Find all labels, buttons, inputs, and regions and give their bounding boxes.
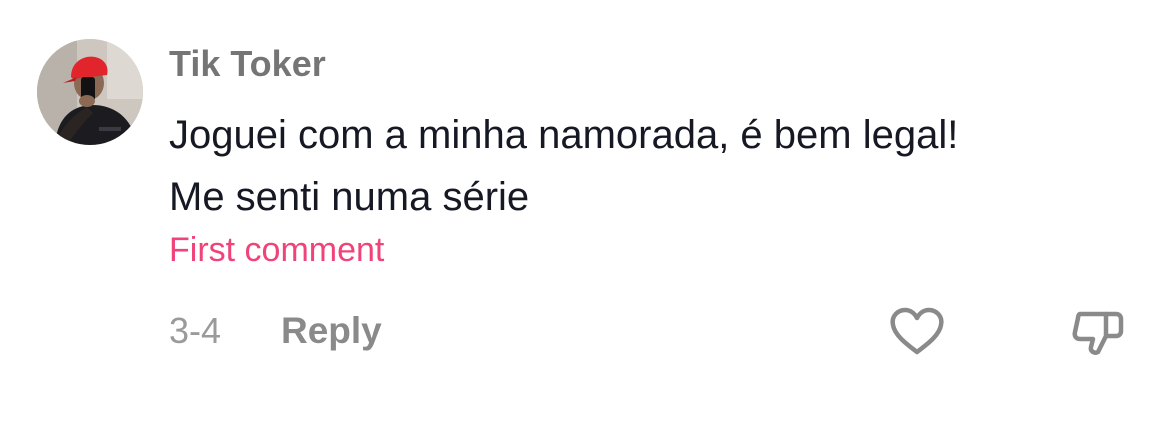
- heart-outline-icon: [890, 307, 944, 355]
- comment-item: Tik Toker Joguei com a minha namorada, é…: [0, 0, 1170, 422]
- like-button[interactable]: [889, 306, 945, 358]
- comment-date: 3-4: [169, 310, 222, 351]
- reply-button[interactable]: Reply: [281, 309, 382, 353]
- comment-author[interactable]: Tik Toker: [169, 42, 326, 86]
- comment-text-line: Joguei com a minha namorada, é bem legal…: [169, 113, 959, 157]
- avatar-image: [37, 39, 143, 145]
- dislike-button[interactable]: [1070, 306, 1126, 358]
- avatar[interactable]: [37, 39, 143, 145]
- comment-text-line: Me senti numa série: [169, 175, 530, 219]
- thumbs-down-outline-icon: [1072, 311, 1124, 355]
- comment-text: Joguei com a minha namorada, é bem legal…: [169, 104, 1129, 228]
- first-comment-badge: First comment: [169, 231, 385, 269]
